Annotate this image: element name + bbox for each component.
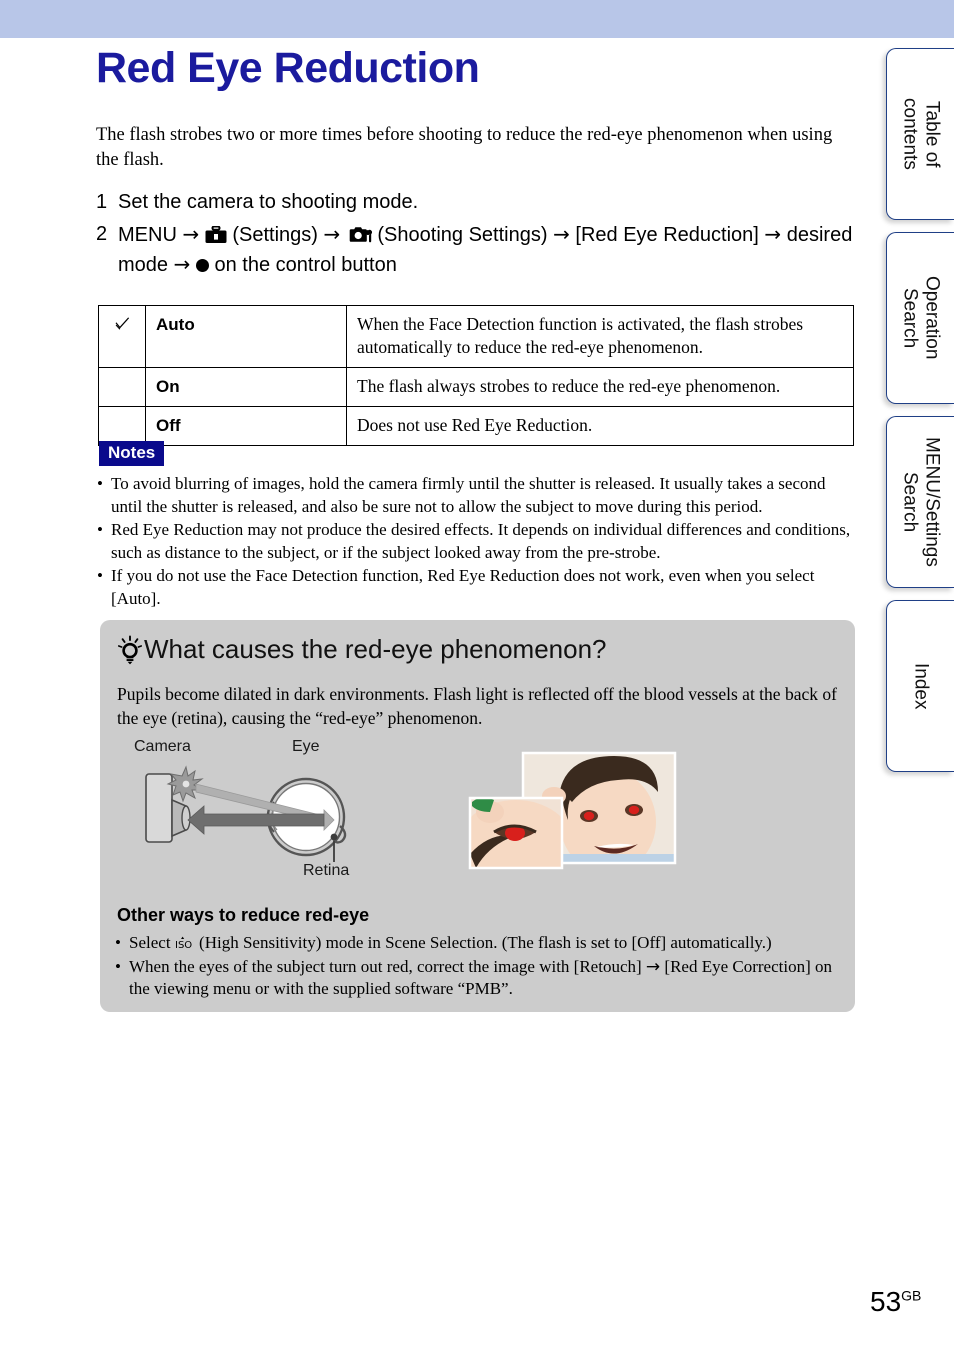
select-label: Select (129, 933, 171, 952)
arrow-icon: → (323, 222, 341, 246)
lightbulb-icon (117, 635, 143, 665)
arrow-icon: → (764, 222, 782, 246)
side-tab-menu-settings-search[interactable]: MENU/Settings Search (886, 416, 954, 588)
side-tab-label: Table of contents (899, 98, 943, 170)
option-description: When the Face Detection function is acti… (346, 305, 854, 368)
list-item: • Red Eye Reduction may not produce the … (97, 519, 855, 564)
red-eye-photos (468, 750, 678, 885)
tip-box-heading: What causes the red-eye phenomenon? (117, 634, 607, 665)
notes-list: • To avoid blurring of images, hold the … (97, 473, 855, 611)
arrow-icon: → (173, 252, 191, 276)
bullet-icon: • (115, 956, 121, 976)
high-sensitivity-label: (High Sensitivity) mode in Scene Selecti… (199, 933, 772, 952)
retouch-label: When the eyes of the subject turn out re… (129, 956, 642, 976)
bullet-icon: • (97, 520, 103, 539)
other-way-text: When the eyes of the subject turn out re… (129, 956, 840, 1001)
diagram-label-eye: Eye (292, 738, 320, 755)
step-2: 2 MENU → (Settings) → (Shooting Settings… (96, 220, 856, 280)
bullet-icon: • (115, 933, 121, 952)
bullet-icon: • (97, 474, 103, 493)
table-row: Off Does not use Red Eye Reduction. (98, 406, 854, 446)
side-navigation-tabs: Table of contents Operation Search MENU/… (886, 48, 954, 784)
arrow-icon: → (182, 222, 200, 246)
page-number: 53GB (870, 1286, 921, 1318)
table-row: On The flash always strobes to reduce th… (98, 367, 854, 407)
shooting-settings-label: (Shooting Settings) (377, 224, 548, 246)
procedure-steps: 1 Set the camera to shooting mode. 2 MEN… (96, 188, 856, 283)
tip-box-body: Pupils become dilated in dark environmen… (117, 684, 837, 728)
other-way-text: Select ISO (High Sensitivity) mode in Sc… (129, 932, 840, 955)
list-item: • If you do not use the Face Detection f… (97, 565, 855, 610)
bullet-icon: • (97, 566, 103, 585)
settings-label: (Settings) (232, 224, 318, 246)
side-tab-label: MENU/Settings Search (899, 437, 943, 567)
option-name: Off (145, 406, 347, 446)
page-number-suffix: GB (901, 1287, 922, 1304)
option-name: On (145, 367, 347, 407)
step-text: MENU → (Settings) → (Shooting Settings) (118, 220, 856, 280)
arrow-icon: → (645, 956, 661, 977)
diagram-label-retina: Retina (303, 862, 350, 879)
check-cell (98, 406, 146, 446)
note-text: Red Eye Reduction may not produce the de… (111, 520, 851, 562)
other-ways-heading: Other ways to reduce red-eye (117, 905, 370, 925)
red-eye-diagram: Camera Eye Retina (128, 738, 398, 892)
step-number: 2 (96, 223, 108, 245)
svg-text:ISO: ISO (175, 940, 192, 950)
list-item: • When the eyes of the subject turn out … (115, 956, 840, 1001)
default-check-icon (98, 305, 146, 368)
intro-paragraph: The flash strobes two or more times befo… (96, 125, 833, 170)
note-text: If you do not use the Face Detection fun… (111, 566, 815, 608)
side-tab-index[interactable]: Index (886, 600, 954, 772)
side-tab-label: Operation Search (899, 276, 943, 360)
control-button-dot-icon (195, 259, 209, 272)
tip-box-heading-text: What causes the red-eye phenomenon? (144, 634, 607, 664)
option-description: Does not use Red Eye Reduction. (346, 406, 854, 446)
list-item: • To avoid blurring of images, hold the … (97, 473, 855, 518)
red-eye-reduction-menu-label: [Red Eye Reduction] (575, 224, 759, 246)
arrow-icon: → (553, 222, 570, 246)
other-ways-list: • Select ISO (High Sensitivity) mode in … (115, 932, 840, 1002)
diagram-label-camera: Camera (134, 738, 191, 755)
option-description: The flash always strobes to reduce the r… (346, 367, 854, 407)
step-1: 1 Set the camera to shooting mode. (96, 188, 856, 217)
notes-badge: Notes (99, 441, 165, 466)
toolbox-icon (205, 224, 227, 243)
control-button-label: on the control button (214, 254, 397, 276)
step-number: 1 (96, 191, 108, 213)
menu-label: MENU (118, 224, 177, 246)
step-text: Set the camera to shooting mode. (118, 191, 419, 213)
top-color-band (0, 0, 954, 38)
list-item: • Select ISO (High Sensitivity) mode in … (115, 932, 840, 955)
side-tab-operation-search[interactable]: Operation Search (886, 232, 954, 404)
note-text: To avoid blurring of images, hold the ca… (111, 474, 826, 516)
option-name: Auto (145, 305, 347, 368)
page-title: Red Eye Reduction (96, 44, 480, 92)
options-table: Auto When the Face Detection function is… (98, 305, 854, 446)
side-tab-table-of-contents[interactable]: Table of contents (886, 48, 954, 220)
tip-box: What causes the red-eye phenomenon? Pupi… (100, 620, 855, 1012)
page-number-value: 53 (870, 1286, 902, 1317)
camera-wrench-icon (346, 224, 372, 243)
table-row: Auto When the Face Detection function is… (98, 305, 854, 368)
check-cell (98, 367, 146, 407)
side-tab-label: Index (910, 662, 932, 710)
iso-high-sensitivity-icon: ISO (175, 934, 195, 951)
